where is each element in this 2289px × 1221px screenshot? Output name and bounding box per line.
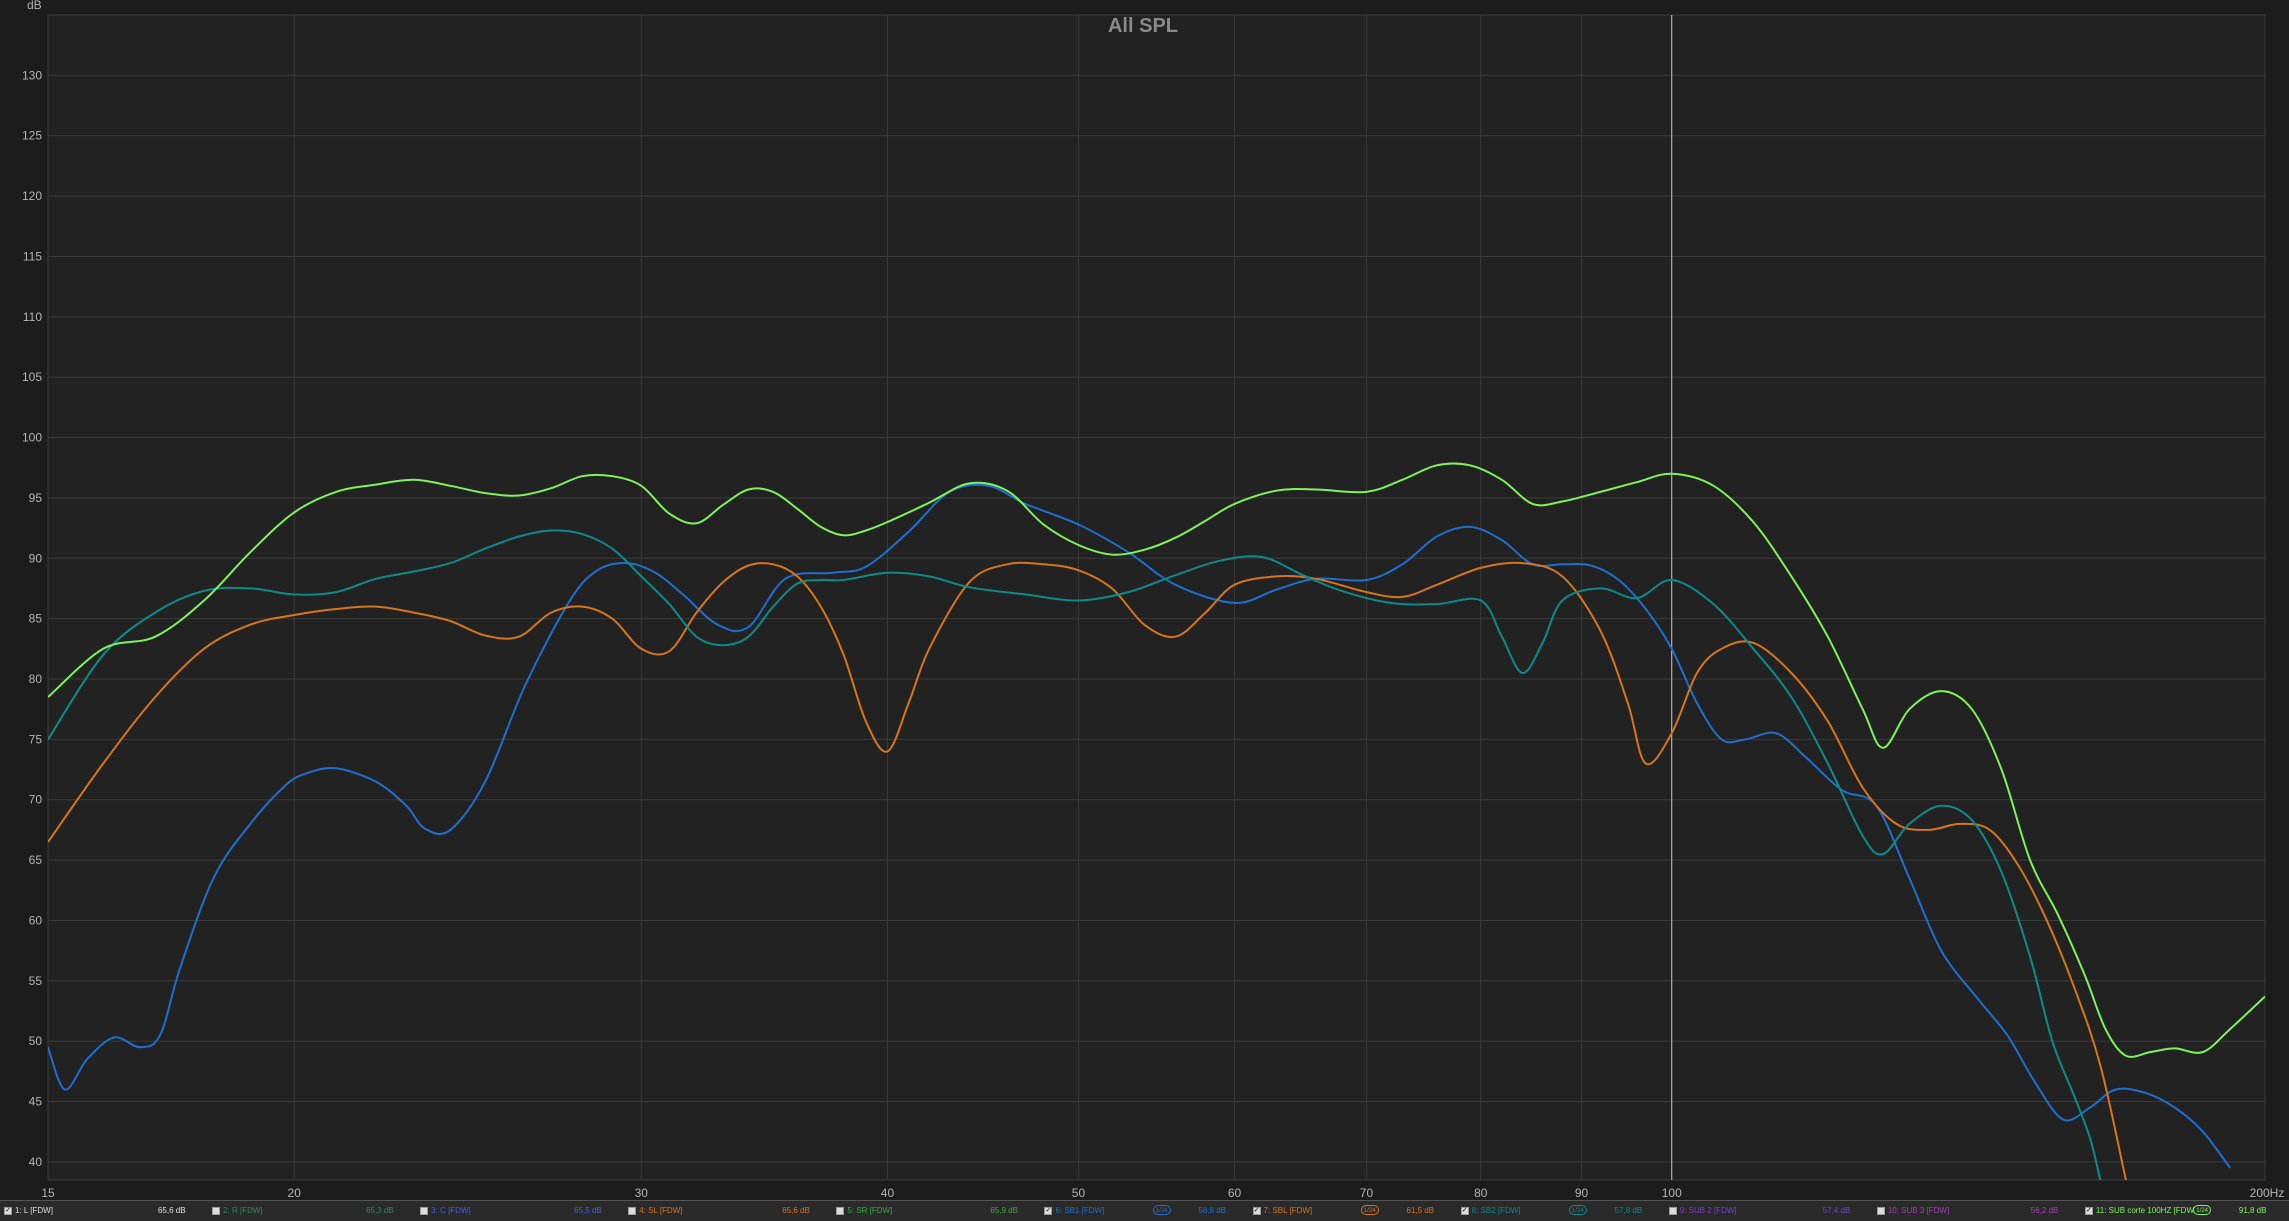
legend-item[interactable]: 2: R [FDW] 65,3 dB — [212, 1204, 412, 1218]
legend-name: 1: L [FDW] — [15, 1206, 53, 1215]
legend-checkbox[interactable]: ✓ — [2084, 1207, 2093, 1215]
smoothing-badge[interactable]: 1/24 — [1568, 1205, 1587, 1215]
legend-value: 65,6 dB — [157, 1206, 186, 1215]
y-tick-label: 85 — [29, 612, 43, 626]
legend-name: 4: SL [FDW] — [639, 1206, 683, 1215]
y-tick-label: 65 — [29, 853, 43, 867]
legend-item[interactable]: ✓ 6: SB1 [FDW] 1/24 58,8 dB — [1044, 1204, 1244, 1218]
legend-item[interactable]: ✓ 1: L [FDW] 65,6 dB — [4, 1204, 204, 1218]
legend-name: 9: SUB 2 [FDW] — [1679, 1206, 1737, 1215]
x-tick-label: 200Hz — [2250, 1186, 2285, 1200]
legend-checkbox[interactable]: ✓ — [1252, 1207, 1261, 1215]
legend-value: 57,4 dB — [1822, 1206, 1851, 1215]
x-tick-label: 40 — [881, 1186, 895, 1200]
y-tick-label: 55 — [29, 974, 43, 988]
x-tick-label: 100 — [1662, 1186, 1682, 1200]
y-tick-label: 105 — [22, 370, 42, 384]
legend-checkbox[interactable]: ✓ — [1044, 1207, 1053, 1215]
legend-value: 65,5 dB — [574, 1206, 602, 1215]
legend-item[interactable]: 5: SR [FDW] 65,9 dB — [836, 1204, 1036, 1218]
y-tick-label: 45 — [29, 1095, 43, 1109]
legend-item[interactable]: 10: SUB 3 [FDW] 56,2 dB — [1876, 1204, 2077, 1218]
y-tick-label: 40 — [29, 1155, 43, 1169]
legend-item[interactable]: ✓ 11: SUB corte 100HZ [FDW 1/24 91,8 dB — [2084, 1204, 2285, 1218]
legend-item[interactable]: ✓ 7: SBL [FDW] 1/24 61,5 dB — [1252, 1204, 1453, 1218]
legend-checkbox[interactable]: ✓ — [4, 1207, 12, 1215]
legend-name: 5: SR [FDW] — [847, 1206, 893, 1215]
y-tick-label: 60 — [29, 913, 43, 927]
y-tick-label: 70 — [29, 793, 43, 807]
legend-name: 8: SB2 [FDW] — [1471, 1206, 1521, 1215]
y-tick-label: 50 — [29, 1034, 43, 1048]
legend-value: 58,8 dB — [1198, 1206, 1227, 1215]
x-tick-label: 20 — [288, 1186, 302, 1200]
x-tick-label: 60 — [1228, 1186, 1242, 1200]
legend-bar: ✓ 1: L [FDW] 65,6 dB 2: R [FDW] 65,3 dB 3: C … — [0, 1200, 2289, 1221]
y-tick-label: 90 — [29, 551, 43, 565]
y-tick-label: 95 — [29, 491, 43, 505]
smoothing-badge[interactable]: 1/24 — [2193, 1205, 2212, 1215]
smoothing-badge[interactable]: 1/24 — [1360, 1205, 1379, 1215]
legend-name: 10: SUB 3 [FDW] — [1887, 1206, 1950, 1215]
legend-checkbox[interactable] — [212, 1207, 221, 1215]
legend-checkbox[interactable] — [1668, 1207, 1677, 1215]
legend-name: 3: C [FDW] — [431, 1206, 471, 1215]
y-tick-label: 75 — [29, 732, 43, 746]
y-tick-label: 120 — [22, 189, 42, 203]
y-tick-label: 80 — [29, 672, 43, 686]
legend-name: 11: SUB corte 100HZ [FDW — [2095, 1206, 2195, 1215]
y-tick-label: 100 — [22, 431, 42, 445]
legend-item[interactable]: 9: SUB 2 [FDW] 57,4 dB — [1668, 1204, 1869, 1218]
legend-value: 56,2 dB — [2030, 1206, 2059, 1215]
x-tick-label: 90 — [1575, 1186, 1589, 1200]
smoothing-badge[interactable]: 1/24 — [1152, 1205, 1171, 1215]
x-tick-label: 70 — [1360, 1186, 1374, 1200]
y-tick-label: 125 — [22, 129, 42, 143]
legend-name: 7: SBL [FDW] — [1263, 1206, 1313, 1215]
x-tick-label: 15 — [41, 1186, 55, 1200]
legend-value: 61,5 dB — [1406, 1206, 1435, 1215]
legend-checkbox[interactable] — [628, 1207, 637, 1215]
legend-value: 91,8 dB — [2238, 1206, 2267, 1215]
legend-item[interactable]: 4: SL [FDW] 65,6 dB — [628, 1204, 828, 1218]
legend-checkbox[interactable] — [420, 1207, 429, 1215]
legend-item[interactable]: ✓ 8: SB2 [FDW] 1/24 57,8 dB — [1460, 1204, 1661, 1218]
y-tick-label: 130 — [22, 68, 42, 82]
legend-value: 57,8 dB — [1614, 1206, 1643, 1215]
y-tick-label: 110 — [23, 310, 42, 324]
plot-area — [47, 14, 2266, 1181]
legend-checkbox[interactable] — [1876, 1207, 1885, 1215]
legend-value: 65,3 dB — [366, 1206, 394, 1215]
legend-value: 65,6 dB — [782, 1206, 810, 1215]
legend-name: 6: SB1 [FDW] — [1055, 1206, 1105, 1215]
legend-item[interactable]: 3: C [FDW] 65,5 dB — [420, 1204, 620, 1218]
y-axis-label: dB — [27, 0, 42, 12]
x-tick-label: 50 — [1072, 1186, 1086, 1200]
legend-value: 65,9 dB — [990, 1206, 1018, 1215]
chart: 40 45 50 55 60 65 70 75 80 85 90 95 100 105 110 115 120 1… — [0, 0, 2289, 1200]
y-tick-label: 115 — [23, 249, 42, 263]
x-tick-label: 80 — [1474, 1186, 1488, 1200]
legend-checkbox[interactable]: ✓ — [1460, 1207, 1469, 1215]
x-tick-label: 30 — [635, 1186, 649, 1200]
legend-checkbox[interactable] — [836, 1207, 845, 1215]
legend-name: 2: R [FDW] — [223, 1206, 263, 1215]
chart-title: All SPL — [1108, 15, 1178, 37]
